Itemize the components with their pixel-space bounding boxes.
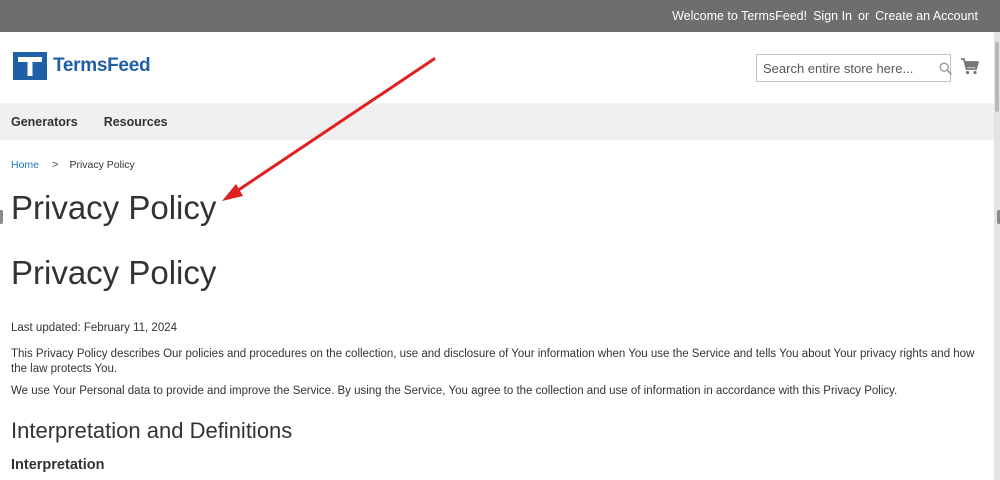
page-title: Privacy Policy (11, 189, 217, 226)
policy-title: Privacy Policy (11, 254, 217, 291)
search-box (756, 54, 952, 82)
section-heading: Interpretation and Definitions (11, 418, 293, 443)
scrollbar-thumb[interactable] (995, 42, 999, 112)
logo-link[interactable]: TermsFeed (13, 52, 151, 80)
left-edge-handle (0, 210, 3, 224)
search-icon[interactable] (939, 55, 952, 81)
sign-in-link[interactable]: Sign In (813, 9, 852, 23)
brand-name: TermsFeed (53, 55, 151, 76)
vertical-scrollbar[interactable] (994, 32, 1000, 480)
cart-icon[interactable] (960, 56, 980, 76)
search-input[interactable] (757, 55, 939, 81)
subsection-heading: Interpretation (11, 457, 105, 473)
policy-paragraph: This Privacy Policy describes Our polici… (11, 348, 975, 375)
nav-item-resources[interactable]: Resources (104, 115, 168, 129)
breadcrumb: Home > Privacy Policy (11, 159, 135, 171)
last-updated: Last updated: February 11, 2024 (11, 322, 178, 334)
site-header: TermsFeed (0, 32, 1000, 103)
create-account-link[interactable]: Create an Account (875, 9, 978, 23)
nav-item-generators[interactable]: Generators (11, 115, 78, 129)
policy-content: Last updated: February 11, 2024 This Pri… (11, 321, 986, 406)
chevron-right-icon: > (52, 159, 59, 171)
policy-paragraph: We use Your Personal data to provide and… (11, 385, 898, 397)
top-bar: Welcome to TermsFeed! Sign In or Create … (0, 0, 1000, 32)
breadcrumb-home-link[interactable]: Home (11, 159, 39, 171)
or-separator: or (858, 9, 870, 23)
main-nav: Generators Resources (0, 103, 1000, 140)
welcome-message: Welcome to TermsFeed! (672, 9, 808, 23)
termsfeed-logo-icon (13, 52, 47, 80)
breadcrumb-current: Privacy Policy (69, 159, 135, 171)
